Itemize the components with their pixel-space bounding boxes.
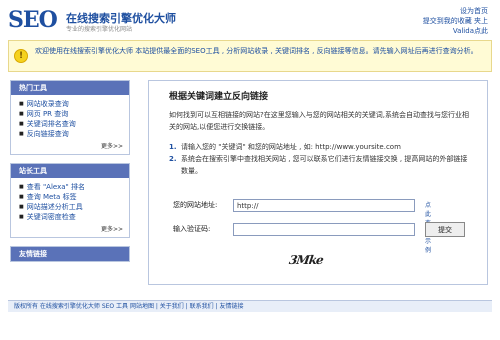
site-slogan: 专业的搜索引擎优化网站 [66, 26, 133, 33]
sidebar-box-title: 友情链接 [11, 247, 129, 261]
step-text: 系统会在搜索引擎中查找相关网站 , 您可以联系它们进行友情链接交换 , 提高网站… [181, 155, 468, 175]
sidebar-link[interactable]: 关键词密度检查 [19, 212, 123, 222]
header: SEO 在线搜索引擎优化大师 专业的搜索引擎优化网站 设为首页 提交到我的收藏 … [0, 0, 500, 38]
footer-text: 版权所有 在线搜索引擎优化大师 SEO 工具 网站地图 | 关于我们 | 联系我… [8, 300, 492, 312]
url-input[interactable] [233, 199, 415, 212]
url-label: 您的网站地址: [173, 201, 218, 209]
sidebar-box-hot-tools: 热门工具 网站收录查询 网页 PR 查询 关键词排名查询 反向链接查询 更多>> [10, 80, 130, 155]
top-links: 设为首页 提交到我的收藏 夹上 Valida点此 [423, 6, 488, 36]
add-favorite-link[interactable]: 提交到我的收藏 夹上 [423, 16, 488, 26]
step-text: 请输入您的 "关键词" 和您的网站地址 , 如: http://www.your… [181, 143, 401, 151]
logo[interactable]: SEO [8, 7, 58, 33]
captcha-label: 输入验证码: [173, 225, 211, 233]
footer: 版权所有 在线搜索引擎优化大师 SEO 工具 网站地图 | 关于我们 | 联系我… [0, 300, 500, 340]
sidebar-link[interactable]: 反向链接查询 [19, 129, 123, 139]
notice-banner: ! 欢迎使用在线搜索引擎优化大师 本站提供最全面的SEO工具 , 分析网站收录 … [8, 40, 492, 72]
set-homepage-link[interactable]: 设为首页 [423, 6, 488, 16]
step-number: 2. [169, 155, 177, 163]
sidebar-box-title: 热门工具 [11, 81, 129, 95]
main-panel: 根据关键词建立反向链接 如何找到可以互相链接的网站?在这里您输入与您的网站相关的… [148, 80, 488, 285]
captcha-input[interactable] [233, 223, 415, 236]
sidebar-link[interactable]: 网站收录查询 [19, 99, 123, 109]
submit-button[interactable]: 提交 [425, 222, 465, 237]
sidebar-box-friend-links: 友情链接 [10, 246, 130, 262]
instruction-step: 2. 系统会在搜索引擎中查找相关网站 , 您可以联系它们进行友情链接交换 , 提… [169, 153, 474, 177]
validate-link[interactable]: Valida点此 [423, 26, 488, 36]
instruction-step: 1. 请输入您的 "关键词" 和您的网站地址 , 如: http://www.y… [169, 141, 474, 153]
sidebar-link[interactable]: 查询 Meta 标签 [19, 192, 123, 202]
step-number: 1. [169, 143, 177, 151]
captcha-image: 3Mke [288, 253, 324, 267]
sidebar-link[interactable]: 关键词排名查询 [19, 119, 123, 129]
sidebar-box-webmaster-tools: 站长工具 查看 "Alexa" 排名 查询 Meta 标签 网站描述分析工具 关… [10, 163, 130, 238]
page-description: 如何找到可以互相链接的网站?在这里您输入与您的网站相关的关键词,系统会自动查找与… [169, 111, 469, 131]
sidebar: 热门工具 网站收录查询 网页 PR 查询 关键词排名查询 反向链接查询 更多>>… [10, 80, 130, 270]
sidebar-link[interactable]: 网页 PR 查询 [19, 109, 123, 119]
page-title: 根据关键词建立反向链接 [169, 92, 269, 102]
sidebar-box-title: 站长工具 [11, 164, 129, 178]
more-link[interactable]: 更多>> [11, 224, 129, 237]
more-link[interactable]: 更多>> [11, 141, 129, 154]
sidebar-link[interactable]: 查看 "Alexa" 排名 [19, 182, 123, 192]
notice-text: 欢迎使用在线搜索引擎优化大师 本站提供最全面的SEO工具 , 分析网站收录 , … [35, 47, 478, 55]
sidebar-link[interactable]: 网站描述分析工具 [19, 202, 123, 212]
instructions: 1. 请输入您的 "关键词" 和您的网站地址 , 如: http://www.y… [169, 141, 474, 177]
info-icon: ! [14, 49, 28, 63]
